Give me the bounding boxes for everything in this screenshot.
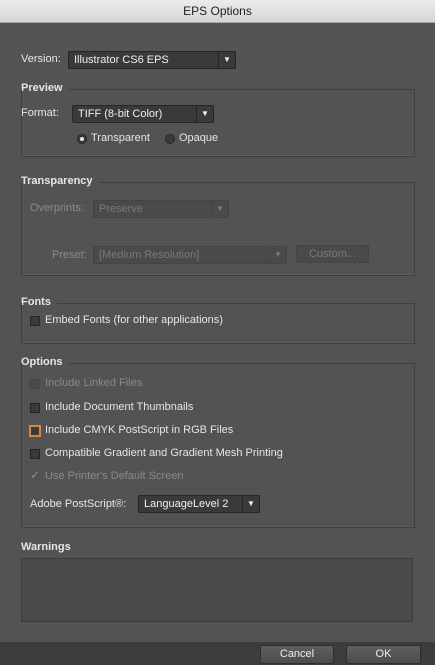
custom-button[interactable]: Custom... [296,245,369,263]
preset-label: Preset: [52,249,87,261]
warnings-title: Warnings [21,541,71,553]
preset-select[interactable]: [Medium Resolution] ▼ [93,246,287,264]
ok-button[interactable]: OK [346,645,421,664]
include-linked-label: Include Linked Files [45,377,143,389]
cmyk-postscript-label: Include CMYK PostScript in RGB Files [45,424,234,436]
gradient-mesh-label: Compatible Gradient and Gradient Mesh Pr… [45,447,283,459]
chevron-down-icon: ▼ [218,52,235,68]
format-select[interactable]: TIFF (8-bit Color) ▼ [72,105,214,123]
include-linked-checkbox[interactable] [30,379,40,389]
overprints-label: Overprints: [30,202,84,214]
cmyk-postscript-checkbox[interactable] [29,425,41,437]
printer-screen-check-icon[interactable]: ✓ [30,468,40,482]
transparent-label: Transparent [91,132,150,144]
warnings-box [21,558,413,622]
format-label: Format: [21,107,59,119]
chevron-down-icon: ▼ [269,247,286,263]
postscript-label: Adobe PostScript®: [30,498,127,510]
transparent-radio[interactable] [77,134,87,144]
chevron-down-icon: ▼ [211,201,228,217]
postscript-value: LanguageLevel 2 [144,498,229,510]
embed-fonts-checkbox[interactable] [30,316,40,326]
chevron-down-icon: ▼ [242,496,259,512]
opaque-radio[interactable] [165,134,175,144]
printer-screen-label: Use Printer's Default Screen [45,470,184,482]
thumbnails-checkbox[interactable] [30,403,40,413]
version-select[interactable]: Illustrator CS6 EPS ▼ [68,51,236,69]
thumbnails-label: Include Document Thumbnails [45,401,194,413]
preview-group [21,89,415,157]
chevron-down-icon: ▼ [196,106,213,122]
cancel-button[interactable]: Cancel [260,645,334,664]
version-value: Illustrator CS6 EPS [74,54,169,66]
window-title: EPS Options [0,0,435,23]
format-value: TIFF (8-bit Color) [78,108,163,120]
gradient-mesh-checkbox[interactable] [30,449,40,459]
overprints-select[interactable]: Preserve ▼ [93,200,229,218]
postscript-select[interactable]: LanguageLevel 2 ▼ [138,495,260,513]
version-label: Version: [21,53,61,65]
opaque-label: Opaque [179,132,219,144]
preset-value: [Medium Resolution] [99,249,200,261]
embed-fonts-label: Embed Fonts (for other applications) [45,314,223,326]
overprints-value: Preserve [99,203,144,215]
